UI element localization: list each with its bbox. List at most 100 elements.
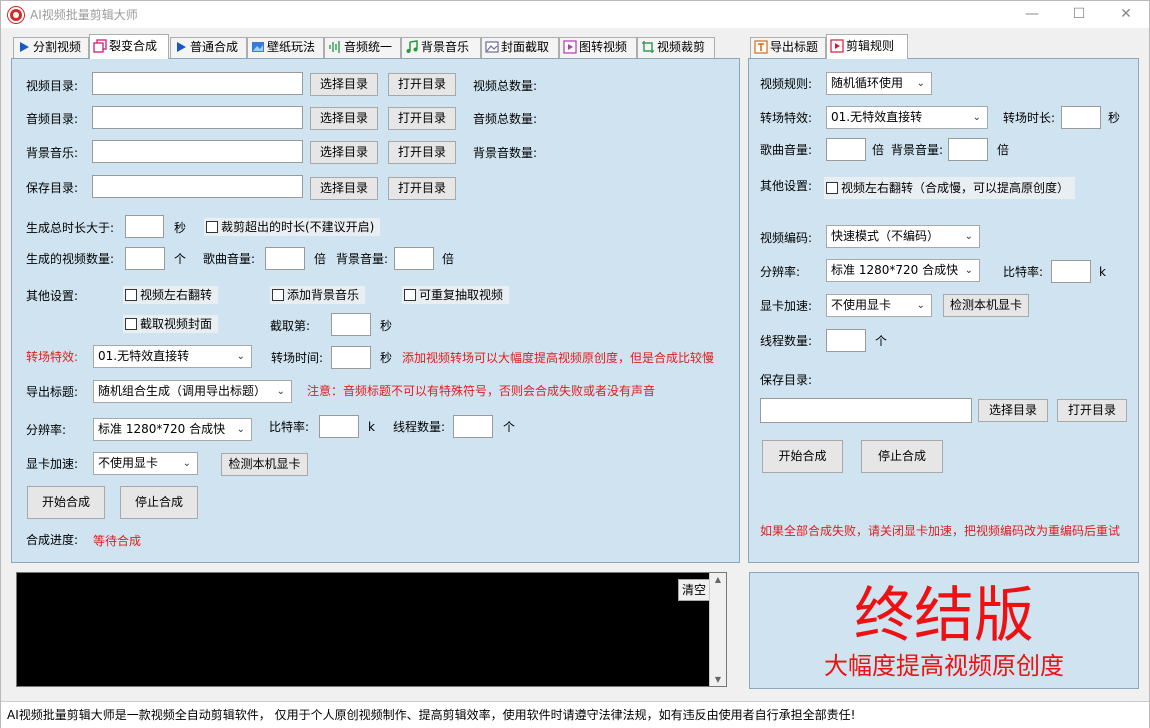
minimize-button[interactable]: —	[1022, 5, 1042, 23]
tab-video-crop[interactable]: 视频裁剪	[637, 37, 715, 58]
video-encode-select[interactable]: 快速模式（不编码） ⌄	[826, 225, 980, 248]
transition-select[interactable]: 01.无特效直接转 ⌄	[826, 106, 988, 129]
export-title-select[interactable]: 随机组合生成（调用导出标题） ⌄	[93, 380, 292, 403]
unit-bei: 倍	[997, 143, 1010, 157]
transition-time-input[interactable]	[331, 346, 371, 369]
transition-duration-input[interactable]	[1061, 106, 1101, 129]
picture-video-icon	[563, 40, 577, 54]
tab-export-title[interactable]: 导出标题	[750, 37, 826, 58]
bg-volume-label: 背景音量:	[336, 252, 389, 266]
tab-normal-compose[interactable]: 普通合成	[170, 37, 247, 58]
log-scrollbar[interactable]: ▲ ▼	[709, 573, 726, 686]
video-count-input[interactable]	[125, 247, 165, 270]
save-open-dir-button[interactable]: 打开目录	[388, 177, 456, 200]
resolution-select[interactable]: 标准 1280*720 合成快 ⌄	[93, 418, 252, 441]
save-dir-input[interactable]	[760, 398, 972, 423]
open-dir-button[interactable]: 打开目录	[1057, 399, 1127, 422]
song-volume-input[interactable]	[826, 138, 866, 161]
total-duration-label: 生成总时长大于:	[26, 221, 115, 235]
song-volume-label: 歌曲音量:	[760, 143, 813, 157]
bitrate-input[interactable]	[1051, 260, 1091, 283]
status-bar: AI视频批量剪辑大师是一款视频全自动剪辑软件， 仅用于个人原创视频制作、提高剪辑…	[1, 701, 1149, 728]
save-select-dir-button[interactable]: 选择目录	[310, 177, 378, 200]
gpu-select[interactable]: 不使用显卡 ⌄	[826, 294, 932, 317]
threads-input[interactable]	[453, 415, 493, 438]
bitrate-input[interactable]	[319, 415, 359, 438]
gpu-label: 显卡加速:	[760, 299, 813, 313]
resolution-select[interactable]: 标准 1280*720 合成快 ⌄	[826, 259, 980, 282]
tab-bgm[interactable]: 背景音乐	[401, 37, 481, 58]
wallpaper-icon	[251, 40, 265, 54]
tab-audio-unify[interactable]: 音频统一	[324, 37, 401, 58]
checkbox-box	[125, 289, 137, 301]
video-dir-input[interactable]	[92, 72, 303, 95]
scroll-down-icon[interactable]: ▼	[710, 675, 726, 684]
close-button[interactable]: ✕	[1116, 5, 1136, 23]
flip-checkbox[interactable]: 视频左右翻转（合成慢，可以提高原创度）	[824, 177, 1076, 199]
bgm-dir-label: 背景音乐:	[26, 146, 79, 160]
audio-open-dir-button[interactable]: 打开目录	[388, 107, 456, 130]
save-dir-input[interactable]	[92, 175, 303, 198]
tab-fission-compose[interactable]: 裂变合成	[89, 34, 169, 59]
bg-volume-input[interactable]	[948, 138, 988, 161]
stop-compose-button[interactable]: 停止合成	[861, 440, 943, 473]
unit-bei: 倍	[442, 252, 455, 266]
resolution-label: 分辨率:	[26, 423, 67, 437]
video-total-label: 视频总数量:	[473, 79, 538, 93]
threads-input[interactable]	[826, 329, 866, 352]
select-dir-button[interactable]: 选择目录	[978, 399, 1048, 422]
log-output[interactable]: 清空 ▲ ▼	[16, 572, 727, 687]
video-open-dir-button[interactable]: 打开目录	[388, 73, 456, 96]
tab-cover-capture[interactable]: 封面截取	[481, 37, 559, 58]
checkbox-box	[826, 182, 838, 194]
capture-at-input[interactable]	[331, 313, 371, 336]
bgm-open-dir-button[interactable]: 打开目录	[388, 141, 456, 164]
progress-label: 合成进度:	[26, 533, 79, 547]
clear-log-button[interactable]: 清空	[678, 579, 710, 601]
repeat-extract-checkbox[interactable]: 可重复抽取视频	[402, 286, 510, 304]
trim-excess-checkbox[interactable]: 裁剪超出的时长(不建议开启)	[204, 218, 381, 236]
video-count-label: 生成的视频数量:	[26, 252, 115, 266]
capture-cover-checkbox[interactable]: 截取视频封面	[123, 315, 219, 333]
song-volume-label: 歌曲音量:	[203, 252, 256, 266]
start-compose-button[interactable]: 开始合成	[27, 486, 105, 519]
chevron-down-icon: ⌄	[182, 458, 191, 469]
tab-image-to-video[interactable]: 图转视频	[559, 37, 637, 58]
detect-gpu-button[interactable]: 检测本机显卡	[943, 294, 1029, 317]
progress-status: 等待合成	[93, 534, 142, 548]
tab-edit-rules[interactable]: 剪辑规则	[826, 34, 908, 59]
rules-icon	[830, 38, 844, 53]
chevron-down-icon: ⌄	[276, 386, 285, 397]
video-rule-select[interactable]: 随机循环使用 ⌄	[826, 72, 932, 95]
audio-dir-input[interactable]	[92, 106, 303, 129]
bgm-select-dir-button[interactable]: 选择目录	[310, 141, 378, 164]
audio-select-dir-button[interactable]: 选择目录	[310, 107, 378, 130]
detect-gpu-button[interactable]: 检测本机显卡	[221, 453, 308, 476]
gpu-select[interactable]: 不使用显卡 ⌄	[93, 452, 198, 475]
song-volume-input[interactable]	[265, 247, 305, 270]
transition-tip: 添加视频转场可以大幅度提高视频原创度，但是合成比较慢	[402, 351, 715, 365]
video-select-dir-button[interactable]: 选择目录	[310, 73, 378, 96]
transition-select[interactable]: 01.无特效直接转 ⌄	[93, 345, 252, 368]
transition-label: 转场特效:	[26, 350, 79, 364]
start-compose-button[interactable]: 开始合成	[762, 440, 843, 473]
stop-compose-button[interactable]: 停止合成	[120, 486, 198, 519]
unit-bei: 倍	[872, 143, 885, 157]
flip-checkbox[interactable]: 视频左右翻转	[123, 286, 219, 304]
app-logo-icon	[8, 7, 24, 23]
transition-label: 转场特效:	[760, 111, 813, 125]
bgm-dir-input[interactable]	[92, 140, 303, 163]
add-bgm-checkbox[interactable]: 添加背景音乐	[270, 286, 366, 304]
tab-wallpaper[interactable]: 壁纸玩法	[247, 37, 324, 58]
video-encode-label: 视频编码:	[760, 231, 813, 245]
chevron-down-icon: ⌄	[236, 424, 245, 435]
total-duration-input[interactable]	[125, 215, 164, 238]
play-icon	[17, 40, 31, 54]
bitrate-label: 比特率:	[269, 420, 310, 434]
tab-split-video[interactable]: 分割视频	[13, 37, 89, 58]
scroll-up-icon[interactable]: ▲	[710, 575, 726, 584]
image-icon	[485, 40, 499, 54]
gpu-label: 显卡加速:	[26, 457, 79, 471]
maximize-button[interactable]: ☐	[1069, 5, 1089, 23]
bg-volume-input[interactable]	[394, 247, 434, 270]
